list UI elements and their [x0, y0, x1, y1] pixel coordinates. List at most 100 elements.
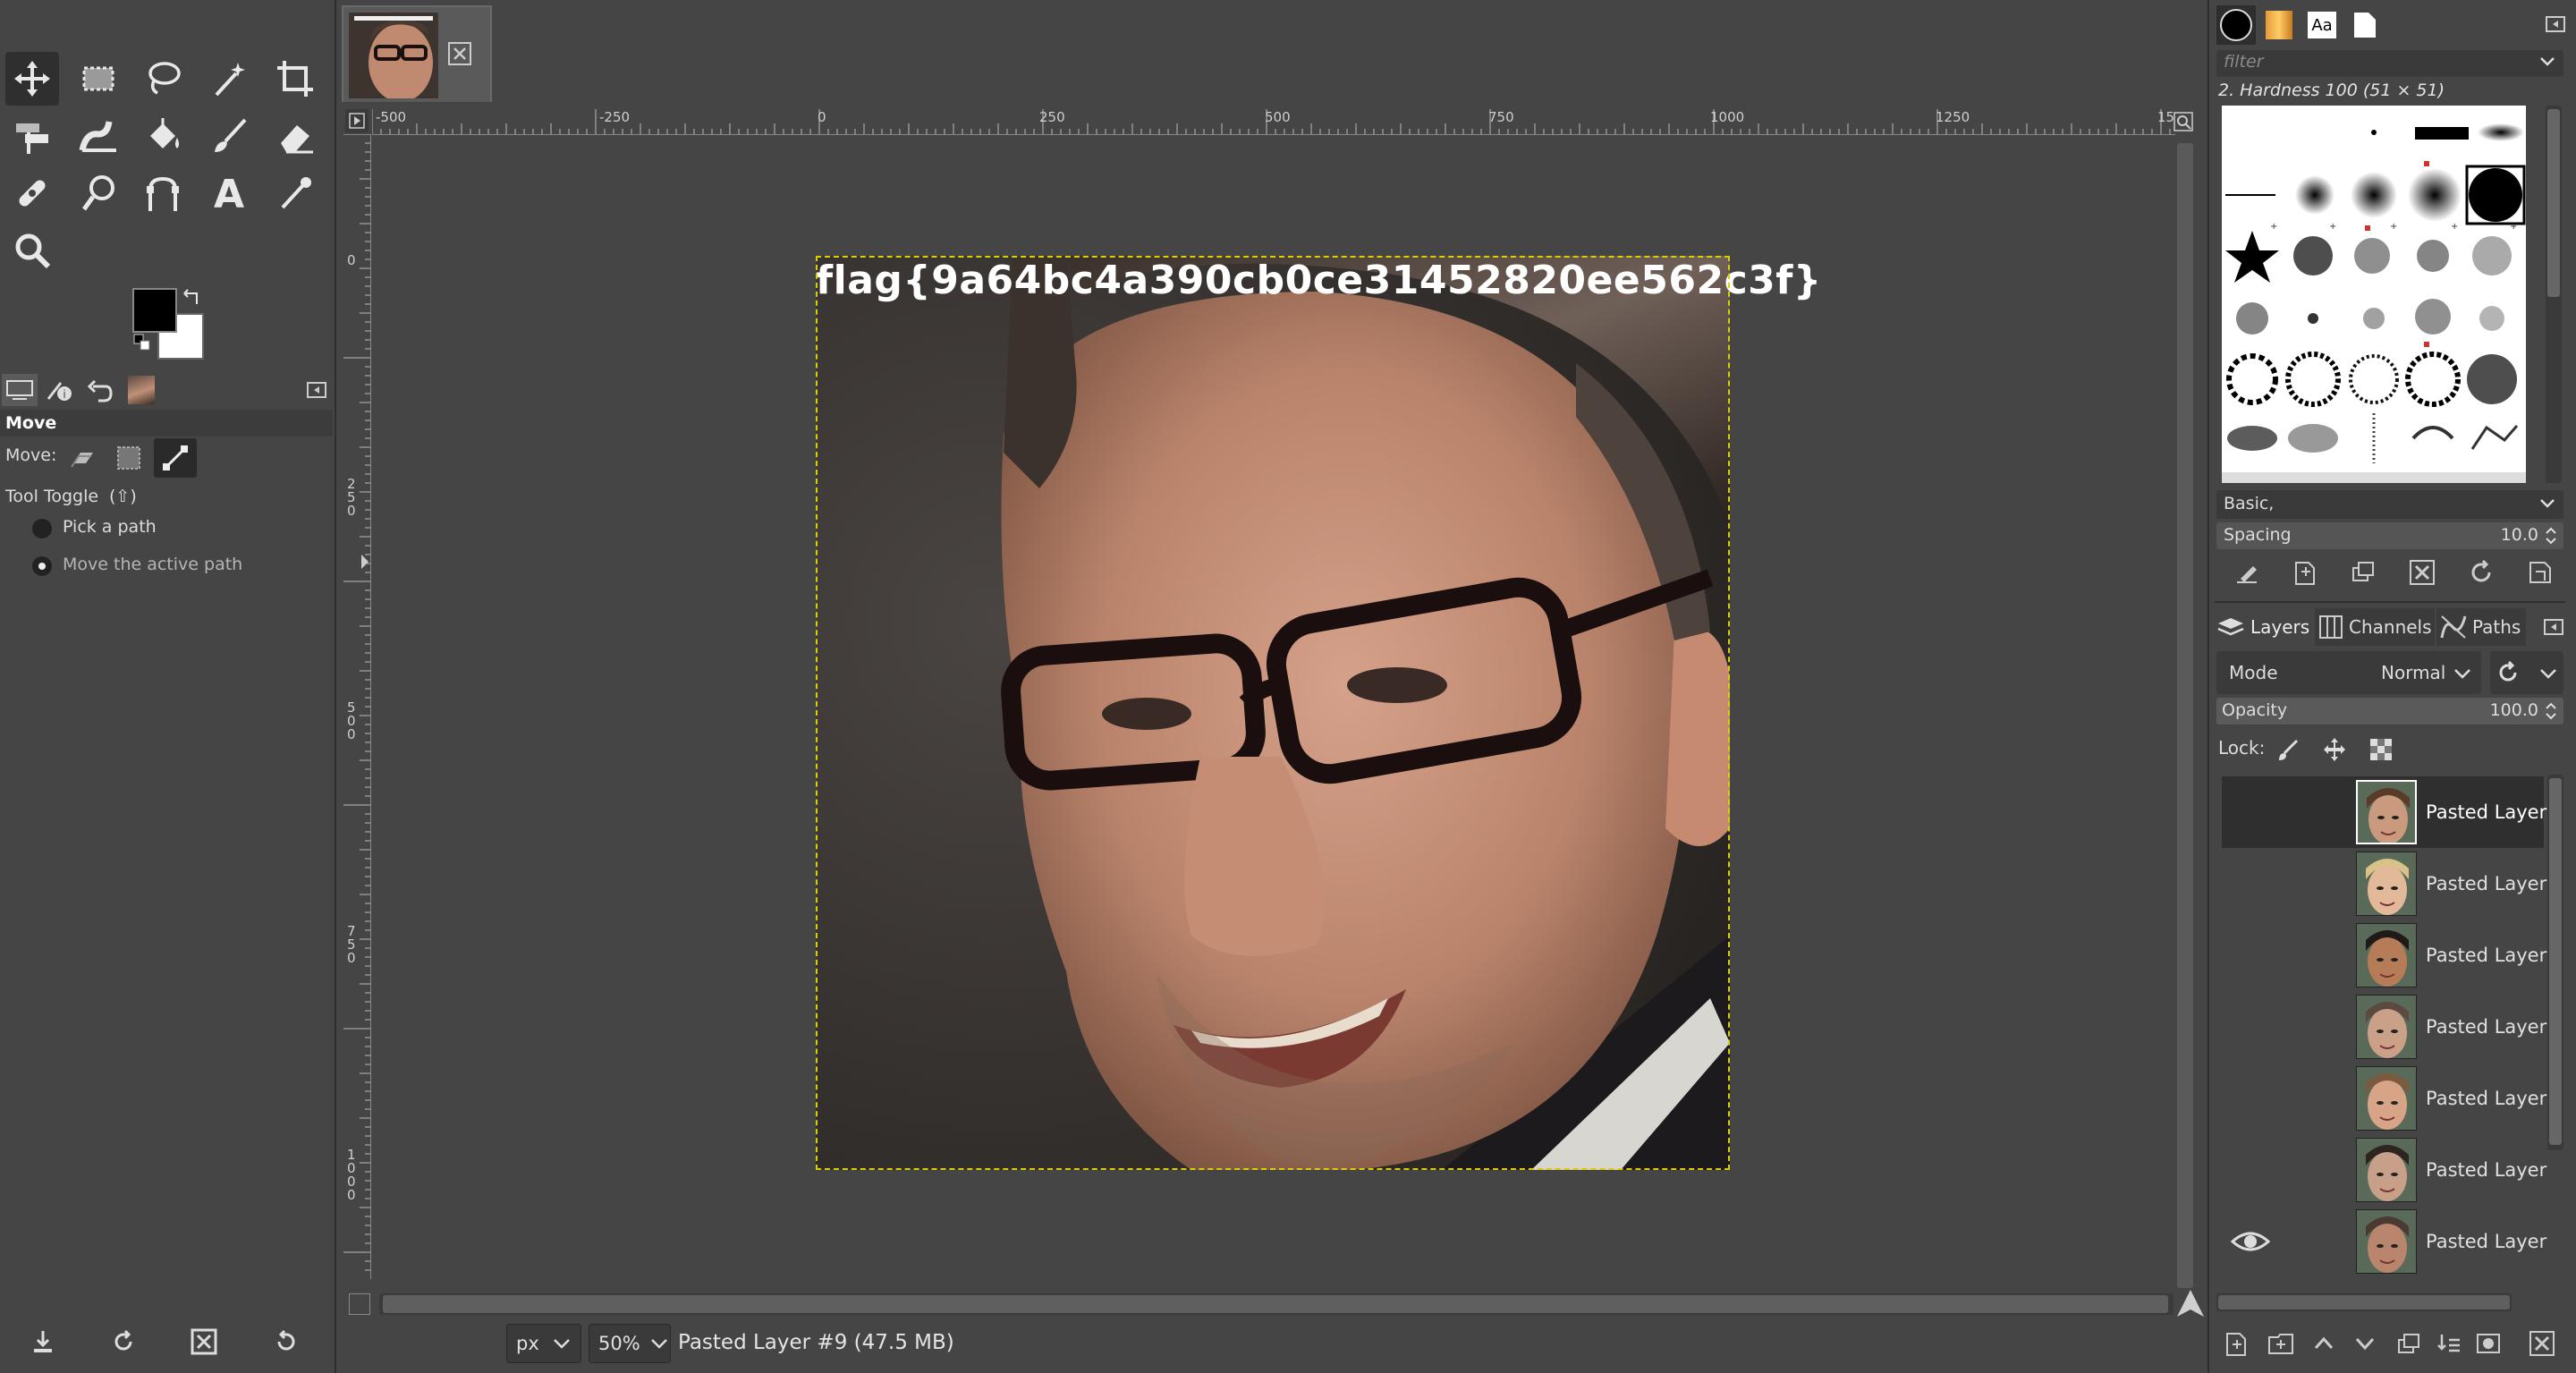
brushes-scrollbar[interactable]: [2546, 106, 2562, 483]
tool-options-tab-icon[interactable]: [2, 374, 38, 406]
visibility-toggle[interactable]: [2231, 1081, 2270, 1116]
bucket-fill-icon[interactable]: [136, 109, 190, 163]
new-brush-icon[interactable]: [2284, 553, 2324, 592]
reset-options-icon[interactable]: [268, 1324, 304, 1360]
crop-icon[interactable]: [268, 52, 322, 106]
save-options-icon[interactable]: [25, 1324, 61, 1360]
composite-mode-button[interactable]: [2490, 651, 2563, 694]
edit-brush-icon[interactable]: [2227, 553, 2267, 592]
new-layer-group-icon[interactable]: [2261, 1324, 2301, 1363]
layers-hscroll-thumb[interactable]: [2218, 1295, 2510, 1309]
eraser-icon[interactable]: [268, 109, 322, 163]
close-image-tab-icon[interactable]: [447, 41, 472, 66]
layer-row[interactable]: Pasted Layer: [2222, 848, 2546, 920]
visibility-toggle[interactable]: [2231, 794, 2270, 830]
brushes-grid[interactable]: + + + + +: [2222, 106, 2526, 483]
duplicate-brush-icon[interactable]: [2343, 553, 2383, 592]
layers-scroll-thumb[interactable]: [2549, 778, 2562, 1145]
images-tab-icon[interactable]: [123, 374, 159, 406]
paths-icon[interactable]: [136, 166, 190, 220]
move-tool-icon[interactable]: [5, 52, 59, 106]
ruler-tick: 0: [818, 109, 826, 125]
lock-pixels-icon[interactable]: [2268, 730, 2308, 769]
merge-down-icon[interactable]: [2429, 1324, 2469, 1363]
vertical-scroll-thumb[interactable]: [2177, 143, 2193, 1288]
rect-select-icon[interactable]: [72, 52, 125, 106]
visibility-toggle[interactable]: [2231, 937, 2270, 973]
configure-layers-dock-icon[interactable]: [2544, 617, 2563, 637]
foreground-color-swatch[interactable]: [132, 288, 177, 333]
navigate-icon[interactable]: [2175, 1288, 2206, 1318]
layer-row[interactable]: Pasted Layer: [2222, 920, 2546, 991]
layer-mode-select[interactable]: Mode Normal: [2216, 651, 2481, 694]
vertical-scrollbar[interactable]: [2175, 143, 2195, 1288]
opacity-value: 100.0: [2489, 700, 2538, 720]
preset-dropdown-icon[interactable]: [2538, 497, 2556, 510]
mask-layer-icon[interactable]: [2469, 1324, 2508, 1363]
refresh-brushes-icon[interactable]: [2462, 553, 2501, 592]
lock-position-icon[interactable]: [2315, 730, 2354, 769]
layers-hscrollbar[interactable]: [2216, 1293, 2512, 1311]
document-history-tab-icon[interactable]: [2345, 5, 2385, 45]
layers-scrollbar[interactable]: [2547, 775, 2563, 1150]
layer-row[interactable]: Pasted Layer: [2222, 1134, 2546, 1206]
opacity-slider[interactable]: Opacity 100.0: [2216, 698, 2563, 725]
move-selection-mode-button[interactable]: [107, 438, 150, 478]
unified-transform-icon[interactable]: [5, 109, 59, 163]
horizontal-scroll-thumb[interactable]: [383, 1295, 2168, 1313]
default-colors-icon[interactable]: [132, 333, 152, 352]
quick-mask-menu-icon[interactable]: [345, 109, 369, 132]
open-brush-as-image-icon[interactable]: [2521, 553, 2560, 592]
raise-layer-icon[interactable]: [2304, 1324, 2343, 1363]
delete-brush-icon[interactable]: [2402, 553, 2442, 592]
device-status-tab-icon[interactable]: i: [41, 374, 77, 406]
brush-preset-select[interactable]: Basic,: [2216, 490, 2563, 519]
move-path-mode-button[interactable]: [154, 438, 197, 478]
fuzzy-select-icon[interactable]: [202, 52, 256, 106]
smudge-icon[interactable]: [72, 166, 125, 220]
zoom-select[interactable]: 50%: [589, 1324, 671, 1363]
swap-colors-icon[interactable]: [182, 288, 202, 308]
fonts-tab-icon[interactable]: Aa: [2302, 5, 2342, 45]
color-picker-icon[interactable]: [268, 166, 322, 220]
paths-tab[interactable]: Paths: [2436, 608, 2526, 646]
brush-filter-input[interactable]: filter: [2216, 50, 2563, 77]
layer-row[interactable]: Pasted Layer: [2222, 1206, 2546, 1277]
eye-visible-icon[interactable]: [2231, 1224, 2270, 1259]
paintbrush-icon[interactable]: [202, 109, 256, 163]
quick-mask-toggle-icon[interactable]: [349, 1293, 370, 1315]
new-layer-icon[interactable]: [2216, 1324, 2256, 1363]
lower-layer-icon[interactable]: [2345, 1324, 2385, 1363]
layers-tab[interactable]: Layers: [2216, 608, 2313, 646]
restore-options-icon[interactable]: [106, 1324, 141, 1360]
duplicate-layer-icon[interactable]: [2390, 1324, 2429, 1363]
warp-transform-icon[interactable]: [72, 109, 125, 163]
layer-row[interactable]: Pasted Layer: [2222, 991, 2546, 1063]
move-layer-mode-button[interactable]: [61, 438, 104, 478]
text-tool-icon[interactable]: A: [202, 166, 256, 220]
delete-layer-icon[interactable]: [2522, 1324, 2562, 1363]
zoom-to-fit-icon[interactable]: [2170, 109, 2197, 134]
undo-history-tab-icon[interactable]: [82, 374, 118, 406]
zoom-icon[interactable]: [5, 224, 59, 277]
filter-dropdown-icon[interactable]: [2538, 55, 2556, 68]
configure-tab-icon[interactable]: [299, 374, 335, 406]
visibility-toggle[interactable]: [2231, 1152, 2270, 1188]
brushes-scroll-thumb[interactable]: [2547, 109, 2560, 297]
layer-row[interactable]: Pasted Layer: [2222, 776, 2546, 848]
layer-row[interactable]: Pasted Layer: [2222, 1063, 2546, 1134]
patterns-tab-icon[interactable]: [2259, 5, 2299, 45]
pick-path-radio[interactable]: [32, 519, 52, 538]
free-select-icon[interactable]: [136, 52, 190, 106]
configure-dock-icon[interactable]: [2546, 14, 2565, 34]
visibility-toggle[interactable]: [2231, 1009, 2270, 1045]
visibility-toggle[interactable]: [2231, 866, 2270, 902]
unit-select[interactable]: px: [506, 1324, 581, 1363]
delete-options-icon[interactable]: [186, 1324, 222, 1360]
spacing-slider[interactable]: Spacing 10.0: [2216, 522, 2563, 549]
move-active-path-radio[interactable]: [32, 556, 52, 576]
brushes-tab-icon[interactable]: [2216, 5, 2256, 45]
channels-tab[interactable]: Channels: [2315, 608, 2435, 646]
heal-icon[interactable]: [5, 166, 59, 220]
lock-alpha-icon[interactable]: [2361, 730, 2401, 769]
